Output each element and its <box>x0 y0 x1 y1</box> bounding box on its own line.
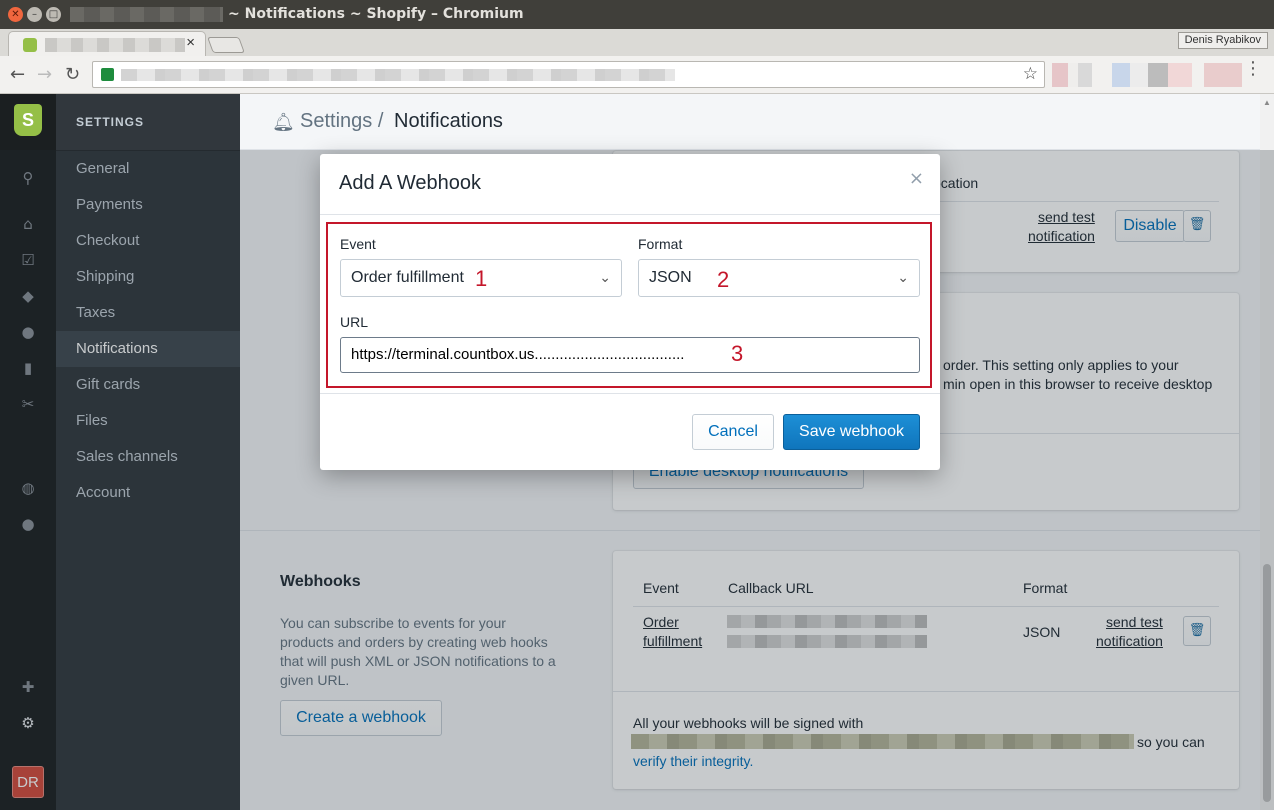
format-select-value: JSON <box>649 269 692 286</box>
browser-user-badge[interactable]: Denis Ryabikov <box>1177 32 1268 49</box>
modal-header-divider <box>320 214 940 215</box>
close-icon[interactable]: × <box>909 168 924 189</box>
blurred-extension-icons[interactable] <box>1052 63 1242 87</box>
cancel-button[interactable]: Cancel <box>692 414 774 450</box>
bookmark-star-icon[interactable]: ☆ <box>1023 64 1038 84</box>
shopify-logo-icon[interactable]: S <box>14 104 42 136</box>
event-select-value: Order fulfillment <box>351 269 464 286</box>
url-input[interactable]: https://terminal.countbox.us............… <box>340 337 920 373</box>
window-title: ~ Notifications ~ Shopify – Chromium <box>228 6 524 22</box>
blurred-tab-title <box>45 38 185 52</box>
new-tab-button[interactable] <box>207 37 245 53</box>
secure-lock-icon <box>101 68 114 81</box>
forward-arrow-icon[interactable]: → <box>37 64 52 85</box>
annotation-number-2: 2 <box>717 267 730 292</box>
sidebar-heading: SETTINGS <box>76 115 145 129</box>
page-header: 🔔︎ Settings / Notifications <box>240 94 1260 150</box>
window-maximize-button[interactable]: □ <box>46 7 61 22</box>
modal-title: Add A Webhook <box>339 172 481 194</box>
chevron-down-icon: ⌄ <box>599 270 611 286</box>
save-webhook-button[interactable]: Save webhook <box>783 414 920 450</box>
window-titlebar: ✕ – □ ~ Notifications ~ Shopify – Chromi… <box>0 0 1274 29</box>
blurred-title-prefix <box>70 7 223 22</box>
format-field-label: Format <box>638 236 683 252</box>
shopify-favicon-icon <box>23 38 37 52</box>
annotation-number-1: 1 <box>475 266 488 291</box>
browser-toolbar: ← → ↻ ☆ ⋮ <box>0 56 1274 94</box>
browser-menu-icon[interactable]: ⋮ <box>1244 59 1262 77</box>
page-title: Notifications <box>394 110 503 132</box>
chevron-down-icon: ⌄ <box>897 270 909 286</box>
bell-icon: 🔔︎ <box>272 112 295 132</box>
annotation-number-3: 3 <box>731 341 744 366</box>
address-bar[interactable]: ☆ <box>92 61 1045 88</box>
back-arrow-icon[interactable]: ← <box>10 64 25 85</box>
event-field-label: Event <box>340 236 376 252</box>
browser-tabstrip: × Denis Ryabikov <box>0 29 1274 57</box>
tab-close-icon[interactable]: × <box>186 34 195 51</box>
window-close-button[interactable]: ✕ <box>8 7 23 22</box>
url-field-label: URL <box>340 314 369 330</box>
format-select[interactable]: JSON ⌄ <box>638 259 920 297</box>
browser-tab[interactable]: × <box>8 31 206 57</box>
window-minimize-button[interactable]: – <box>27 7 42 22</box>
scroll-up-arrow-icon[interactable]: ▲ <box>1263 98 1271 107</box>
breadcrumb-settings[interactable]: Settings / <box>300 110 383 133</box>
reload-icon[interactable]: ↻ <box>65 64 80 85</box>
modal-footer-divider <box>320 393 940 394</box>
blurred-url <box>121 69 675 81</box>
